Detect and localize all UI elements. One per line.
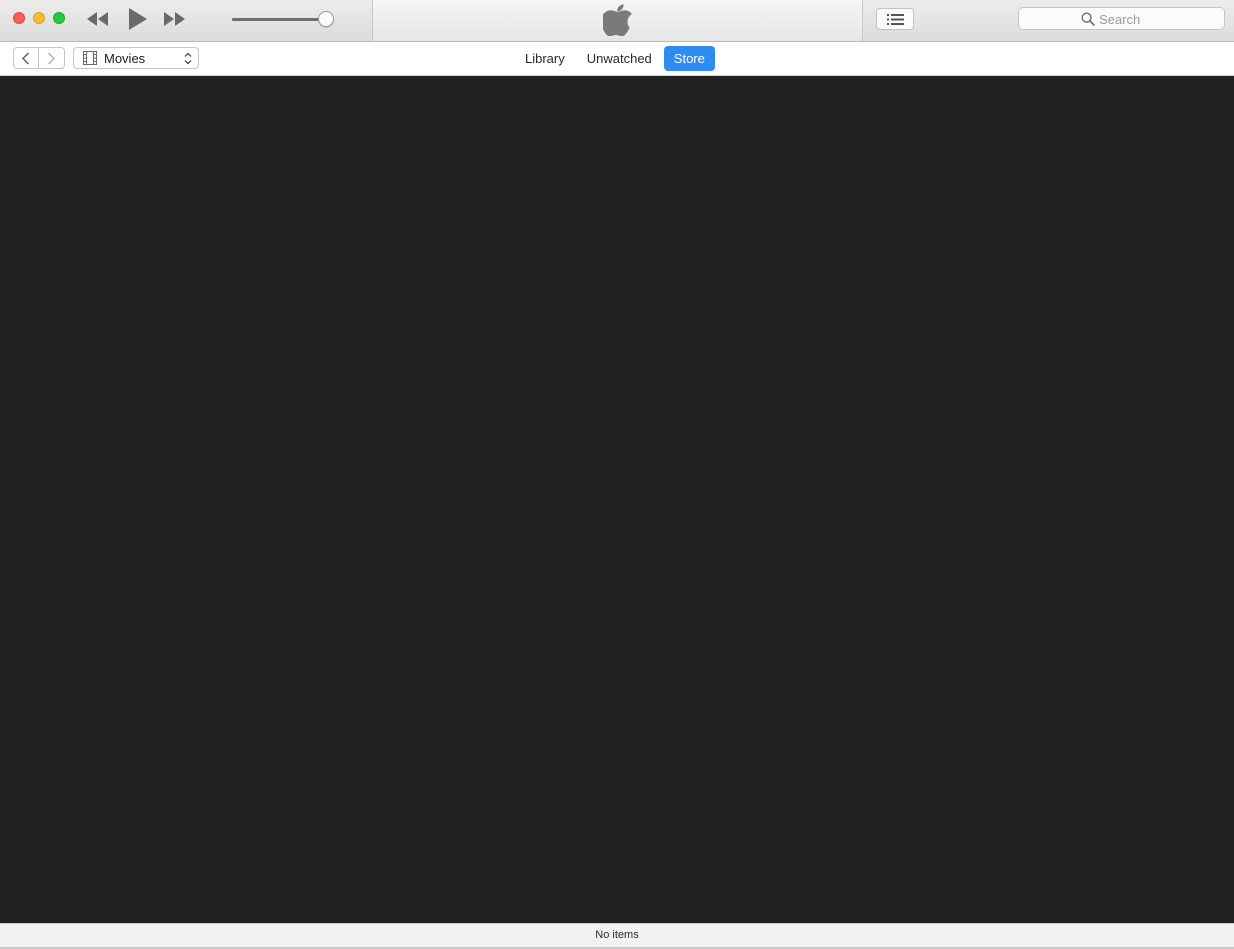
up-next-list-button[interactable]: [876, 8, 914, 30]
rewind-icon[interactable]: [86, 10, 110, 28]
status-bar: No items: [0, 923, 1234, 947]
minimize-window-button[interactable]: [33, 12, 45, 24]
view-tabs: Library Unwatched Store: [515, 46, 715, 71]
list-icon: [887, 14, 904, 25]
volume-fill: [232, 18, 326, 21]
tab-library[interactable]: Library: [515, 46, 575, 71]
chevron-left-icon: [22, 52, 29, 65]
status-text: No items: [595, 929, 639, 941]
search-field[interactable]: [1018, 7, 1225, 30]
forward-button[interactable]: [39, 47, 65, 69]
film-icon: [83, 51, 97, 65]
media-kind-label: Movies: [104, 51, 146, 66]
navigation-bar: Movies Library Unwatched Store: [0, 42, 1234, 76]
store-content-area[interactable]: [1, 76, 1234, 923]
media-kind-select[interactable]: Movies: [73, 47, 199, 69]
fast-forward-icon[interactable]: [162, 10, 186, 28]
now-playing-display: [372, 0, 863, 41]
volume-knob[interactable]: [318, 11, 334, 27]
volume-slider[interactable]: [232, 10, 336, 28]
close-window-button[interactable]: [13, 12, 25, 24]
title-bar: [0, 0, 1234, 42]
tab-unwatched[interactable]: Unwatched: [577, 46, 662, 71]
back-button[interactable]: [13, 47, 39, 69]
chevron-right-icon: [48, 52, 55, 65]
zoom-window-button[interactable]: [53, 12, 65, 24]
apple-logo: [603, 4, 633, 36]
itunes-window: Movies Library Unwatched Store No items: [0, 0, 1234, 949]
tab-store[interactable]: Store: [663, 46, 715, 71]
updown-chevron-icon: [184, 52, 192, 65]
play-icon[interactable]: [126, 7, 148, 31]
search-input[interactable]: [1099, 10, 1219, 28]
search-icon: [1081, 12, 1095, 26]
